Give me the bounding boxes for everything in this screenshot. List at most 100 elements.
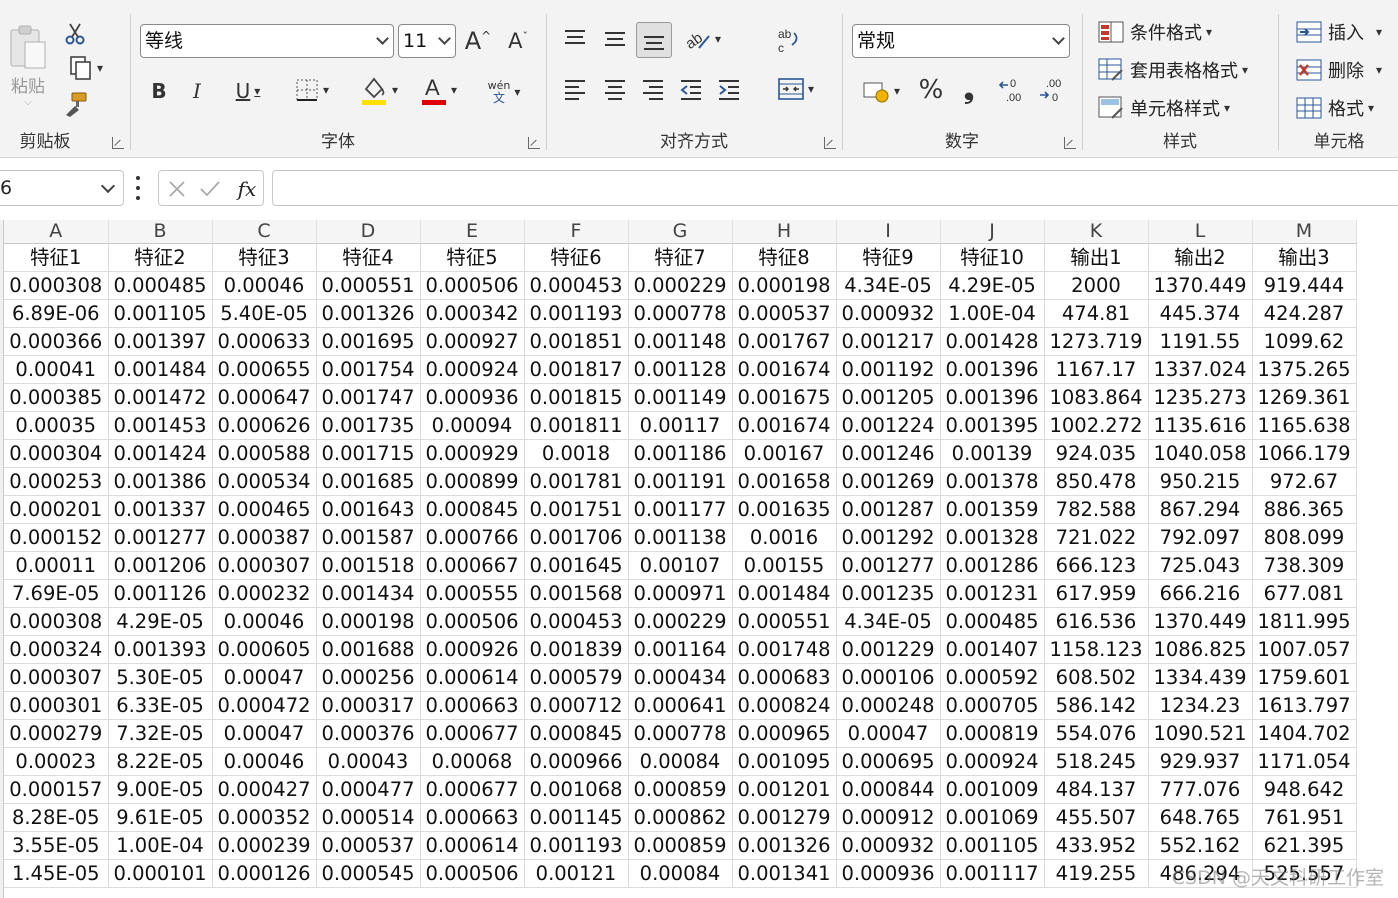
format-painter-button[interactable] <box>60 90 90 118</box>
cell[interactable]: 0.001286 <box>940 551 1045 580</box>
cell[interactable]: 0.000239 <box>212 831 317 860</box>
font-name-select[interactable]: 等线 <box>140 24 394 58</box>
cell[interactable]: 0.001395 <box>940 411 1045 440</box>
bottom-align-button[interactable] <box>636 22 672 58</box>
cell[interactable]: 0.001117 <box>940 859 1045 888</box>
cell[interactable]: 0.000936 <box>420 383 525 412</box>
cell[interactable]: 0.001328 <box>940 523 1045 552</box>
cell[interactable]: 0.001191 <box>628 467 733 496</box>
decrease-font-button[interactable]: Aˇ <box>502 24 534 58</box>
merge-center-button[interactable]: ▾ <box>770 74 822 104</box>
cell[interactable]: 0.001851 <box>524 327 629 356</box>
cell[interactable]: 0.001287 <box>836 495 941 524</box>
cell[interactable]: 617.959 <box>1044 579 1149 608</box>
cell[interactable]: 0.001453 <box>108 411 213 440</box>
cell[interactable]: 9.00E-05 <box>108 775 213 804</box>
cell[interactable]: 4.29E-05 <box>940 271 1045 300</box>
cell[interactable]: 0.0018 <box>524 439 629 468</box>
cancel-icon[interactable] <box>165 177 189 201</box>
cell[interactable]: 0.001748 <box>732 635 837 664</box>
cell[interactable]: 0.00046 <box>212 271 317 300</box>
cell[interactable]: 1158.123 <box>1044 635 1149 664</box>
cell[interactable]: 1.45E-05 <box>4 859 109 888</box>
cell[interactable]: 特征5 <box>420 243 525 272</box>
cell[interactable]: 808.099 <box>1252 523 1357 552</box>
cell[interactable]: 0.001148 <box>628 327 733 356</box>
insert-cells-button[interactable]: 插入 ▾ <box>1296 18 1382 46</box>
cell[interactable]: 0.001009 <box>940 775 1045 804</box>
cell[interactable]: 0.001277 <box>836 551 941 580</box>
column-header-C[interactable]: C <box>212 220 317 244</box>
font-color-button[interactable]: A ▾ <box>414 72 464 108</box>
cell[interactable]: 1007.057 <box>1252 635 1357 664</box>
cell[interactable]: 8.22E-05 <box>108 747 213 776</box>
cell[interactable]: 648.765 <box>1148 803 1253 832</box>
borders-button[interactable]: ▾ <box>286 74 338 106</box>
cell[interactable]: 1090.521 <box>1148 719 1253 748</box>
cell[interactable]: 792.097 <box>1148 523 1253 552</box>
cell[interactable]: 0.00121 <box>524 859 629 888</box>
cell[interactable]: 0.001192 <box>836 355 941 384</box>
cell[interactable]: 0.000667 <box>420 551 525 580</box>
clipboard-dialog-launcher[interactable] <box>112 137 124 149</box>
cell[interactable]: 0.001428 <box>940 327 1045 356</box>
column-header-G[interactable]: G <box>628 220 733 244</box>
cell[interactable]: 0.000506 <box>420 607 525 636</box>
cell[interactable]: 0.000537 <box>316 831 421 860</box>
cell[interactable]: 972.67 <box>1252 467 1357 496</box>
cell[interactable]: 0.00084 <box>628 859 733 888</box>
cell[interactable]: 0.001378 <box>940 467 1045 496</box>
cell[interactable]: 0.000778 <box>628 299 733 328</box>
cell[interactable]: 0.001674 <box>732 355 837 384</box>
cell[interactable]: 0.000663 <box>420 803 525 832</box>
cell[interactable]: 0.001138 <box>628 523 733 552</box>
cell[interactable]: 0.000663 <box>420 691 525 720</box>
cell[interactable]: 0.000477 <box>316 775 421 804</box>
column-header-F[interactable]: F <box>524 220 629 244</box>
cell[interactable]: 0.000778 <box>628 719 733 748</box>
cell[interactable]: 0.001145 <box>524 803 629 832</box>
cell[interactable]: 1165.638 <box>1252 411 1357 440</box>
cell[interactable]: 0.00035 <box>4 411 109 440</box>
cell[interactable]: 0.000342 <box>420 299 525 328</box>
cell[interactable]: 0.000579 <box>524 663 629 692</box>
cell[interactable]: 1337.024 <box>1148 355 1253 384</box>
cell[interactable]: 0.000317 <box>316 691 421 720</box>
cell[interactable]: 0.000647 <box>212 383 317 412</box>
cell[interactable]: 0.000551 <box>732 607 837 636</box>
cell[interactable]: 0.000924 <box>940 747 1045 776</box>
cell[interactable]: 552.162 <box>1148 831 1253 860</box>
cell[interactable]: 特征1 <box>4 243 109 272</box>
cell[interactable]: 4.34E-05 <box>836 607 941 636</box>
cell[interactable]: 0.000465 <box>212 495 317 524</box>
cell[interactable]: 484.137 <box>1044 775 1149 804</box>
number-dialog-launcher[interactable] <box>1064 137 1076 149</box>
cell[interactable]: 1171.054 <box>1252 747 1357 776</box>
cell[interactable]: 0.00068 <box>420 747 525 776</box>
cell[interactable]: 1066.179 <box>1252 439 1357 468</box>
cell[interactable]: 特征3 <box>212 243 317 272</box>
comma-style-button[interactable]: ❟ <box>956 74 982 106</box>
cell[interactable]: 0.00023 <box>4 747 109 776</box>
cell[interactable]: 0.000485 <box>940 607 1045 636</box>
cell[interactable]: 0.001751 <box>524 495 629 524</box>
cell[interactable]: 0.001393 <box>108 635 213 664</box>
cell[interactable]: 0.000592 <box>940 663 1045 692</box>
cell[interactable]: 0.001434 <box>316 579 421 608</box>
cell[interactable]: 0.000545 <box>316 859 421 888</box>
cell[interactable]: 0.000655 <box>212 355 317 384</box>
cell[interactable]: 0.00084 <box>628 747 733 776</box>
increase-font-button[interactable]: A^ <box>462 24 494 58</box>
cell[interactable]: 6.33E-05 <box>108 691 213 720</box>
cell[interactable]: 4.34E-05 <box>836 271 941 300</box>
decrease-indent-button[interactable] <box>676 74 706 104</box>
cell[interactable]: 0.000844 <box>836 775 941 804</box>
cell[interactable]: 419.255 <box>1044 859 1149 888</box>
cell[interactable]: 0.000324 <box>4 635 109 664</box>
cell[interactable]: 特征7 <box>628 243 733 272</box>
cell[interactable]: 0.000926 <box>420 635 525 664</box>
cell[interactable]: 0.001201 <box>732 775 837 804</box>
cell[interactable]: 0.001217 <box>836 327 941 356</box>
cell[interactable]: 0.000514 <box>316 803 421 832</box>
insert-function-button[interactable]: fx <box>233 174 261 204</box>
